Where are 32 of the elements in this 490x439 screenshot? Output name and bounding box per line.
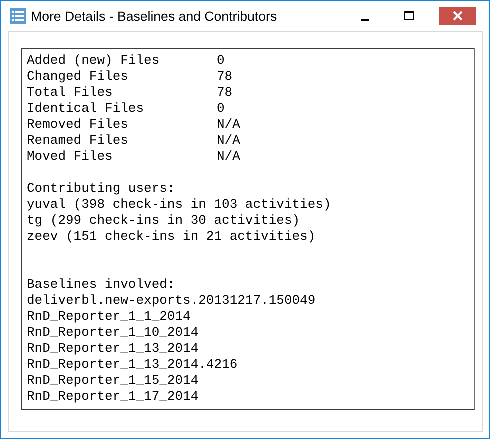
stat-value: 0 bbox=[217, 53, 225, 69]
list-icon bbox=[10, 8, 26, 24]
stat-label: Moved Files bbox=[27, 149, 114, 165]
baseline-line: RnD_Reporter_1_17_2014 bbox=[27, 389, 200, 405]
minimize-icon bbox=[360, 19, 368, 21]
baseline-line: RnD_Reporter_1_1_2014 bbox=[27, 309, 192, 325]
stat-label: Renamed Files bbox=[27, 133, 130, 149]
contributor-line: tg (299 check-ins in 30 activities) bbox=[27, 213, 302, 229]
close-button[interactable] bbox=[439, 7, 476, 25]
stat-label: Removed Files bbox=[27, 117, 130, 133]
stat-value: 78 bbox=[217, 69, 233, 85]
stat-value: 78 bbox=[217, 85, 233, 101]
stat-value: 0 bbox=[217, 101, 225, 117]
baseline-line: RnD_Reporter_1_10_2014 bbox=[27, 325, 200, 341]
baseline-line: RnD_Reporter_1_15_2014 bbox=[27, 373, 200, 389]
stat-value: N/A bbox=[217, 133, 240, 149]
contributor-line: zeev (151 check-ins in 21 activities) bbox=[27, 229, 317, 245]
baseline-line: RnD_Reporter_1_13_2014.4216 bbox=[27, 357, 239, 373]
stat-label: Total Files bbox=[27, 85, 114, 101]
section-heading: Baselines involved: bbox=[27, 277, 176, 293]
baseline-line: RnD_Reporter_1_13_2014 bbox=[27, 341, 200, 357]
baseline-line: deliverbl.new-exports.20131217.150049 bbox=[27, 293, 317, 309]
stat-value: N/A bbox=[217, 117, 240, 133]
section-heading: Contributing users: bbox=[27, 181, 176, 197]
stat-label: Added (new) Files bbox=[27, 53, 161, 69]
stat-label: Identical Files bbox=[27, 101, 146, 117]
contributor-line: yuval (398 check-ins in 103 activities) bbox=[27, 197, 332, 213]
window-title: More Details - Baselines and Contributors bbox=[31, 8, 278, 24]
stat-value: N/A bbox=[217, 149, 240, 165]
stat-label: Changed Files bbox=[27, 69, 130, 85]
maximize-icon bbox=[404, 11, 414, 21]
close-icon bbox=[452, 11, 462, 21]
